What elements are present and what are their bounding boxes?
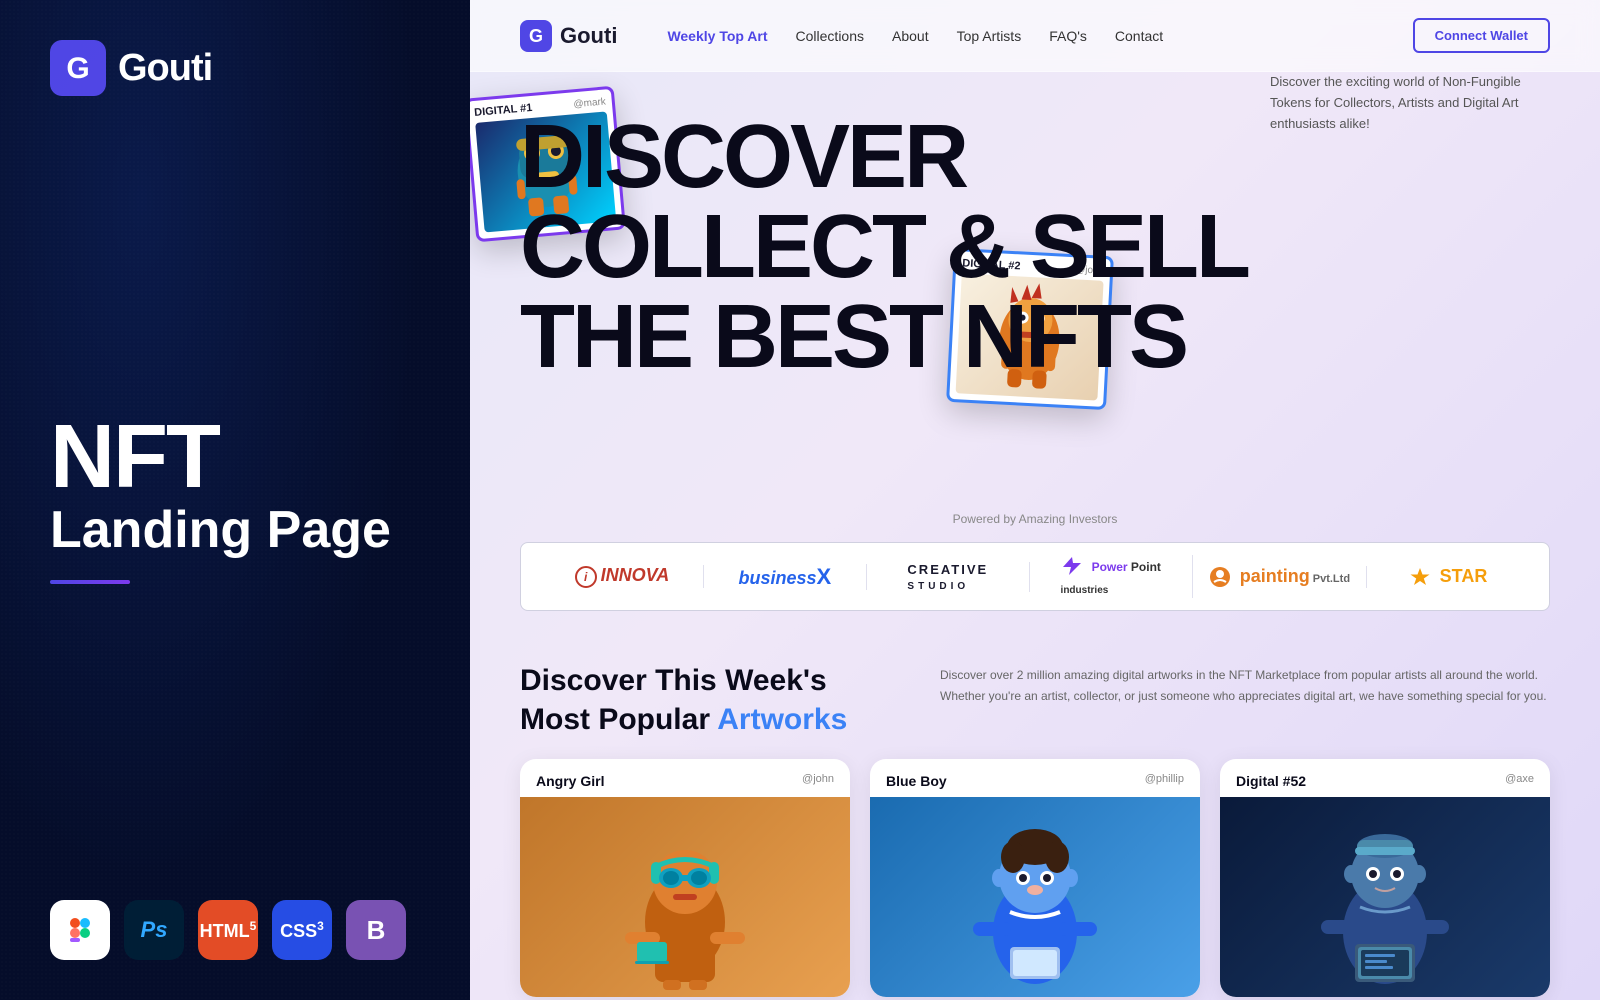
discover-heading: Discover This Week's Most Popular Artwor… (520, 661, 900, 739)
painting-logo: painting Pvt.Ltd (1209, 566, 1350, 588)
discover-description: Discover over 2 million amazing digital … (940, 661, 1550, 739)
navbar: G Gouti Weekly Top Art Collections About… (470, 0, 1600, 72)
investor-innova: iINNOVA (541, 565, 704, 588)
investors-label: Powered by Amazing Investors (520, 512, 1550, 526)
artwork-image-1 (520, 797, 850, 997)
tech-icons-row: Ps HTML5 CSS3 B (50, 900, 420, 960)
svg-text:G: G (66, 52, 89, 85)
discover-heading-highlight: Artworks (717, 703, 847, 736)
nav-link-about[interactable]: About (892, 28, 929, 44)
artwork-card-angry-girl[interactable]: Angry Girl @john (520, 759, 850, 997)
left-panel: G Gouti NFT Landing Page Ps HTML5 CSS3 (0, 0, 470, 1000)
artwork-title-3: Digital #52 (1236, 773, 1306, 789)
discover-title-block: Discover This Week's Most Popular Artwor… (520, 661, 900, 739)
svg-text:G: G (529, 26, 543, 46)
innova-logo: iINNOVA (575, 565, 670, 588)
artwork-card-header-1: Angry Girl @john (520, 759, 850, 797)
artwork-handle-1: @john (802, 773, 834, 789)
hero-description: Discover the exciting world of Non-Fungi… (1270, 72, 1550, 134)
investors-section: Powered by Amazing Investors iINNOVA bus… (470, 492, 1600, 631)
hero-line3: THE BEST NFTs (520, 292, 1550, 382)
artwork-image-2 (870, 797, 1200, 997)
investor-painting: painting Pvt.Ltd (1193, 566, 1367, 588)
figma-icon (50, 900, 110, 960)
nav-brand: G Gouti (520, 20, 617, 52)
nav-link-weekly[interactable]: Weekly Top Art (667, 28, 767, 44)
artwork-card-header-2: Blue Boy @phillip (870, 759, 1200, 797)
landing-title: Landing Page (50, 502, 420, 559)
nav-brand-name: Gouti (560, 23, 617, 49)
business-logo: businessX (739, 564, 832, 590)
nav-link-artists[interactable]: Top Artists (957, 28, 1022, 44)
nav-link-faq[interactable]: FAQ's (1049, 28, 1087, 44)
artwork-image-3 (1220, 797, 1550, 997)
artwork-cards-row: Angry Girl @john (470, 759, 1600, 997)
nav-links: Weekly Top Art Collections About Top Art… (667, 28, 1382, 44)
investor-star: STAR (1367, 566, 1529, 588)
artwork-card-blue-boy[interactable]: Blue Boy @phillip (870, 759, 1200, 997)
brand-logo: G Gouti (50, 40, 420, 96)
investor-business: businessX (704, 564, 867, 590)
artwork-title-2: Blue Boy (886, 773, 947, 789)
artwork-title-1: Angry Girl (536, 773, 604, 789)
hero-section: DISCOVER COLLECT & SELL THE BEST NFTs Di… (470, 72, 1600, 492)
brand-name: Gouti (118, 47, 212, 90)
creative-logo: CREATIVESTUDIO (907, 562, 988, 592)
power-logo: Power Pointindustries (1061, 555, 1161, 598)
brand-icon: G (50, 40, 106, 96)
hero-text: DISCOVER COLLECT & SELL THE BEST NFTs (520, 112, 1550, 382)
ps-icon: Ps (124, 900, 184, 960)
discover-section: Discover This Week's Most Popular Artwor… (470, 631, 1600, 759)
nft-title: NFT (50, 412, 420, 502)
html5-icon: HTML5 (198, 900, 258, 960)
nav-logo-icon: G (520, 20, 552, 52)
artwork-handle-3: @axe (1505, 773, 1534, 789)
left-main-content: NFT Landing Page (50, 136, 420, 900)
investor-creative: CREATIVESTUDIO (867, 562, 1030, 592)
bootstrap-icon: B (346, 900, 406, 960)
star-logo: STAR (1409, 566, 1488, 588)
title-divider (50, 580, 130, 584)
hero-line2: COLLECT & SELL (520, 202, 1550, 292)
css3-icon: CSS3 (272, 900, 332, 960)
nav-link-contact[interactable]: Contact (1115, 28, 1163, 44)
investors-bar: iINNOVA businessX CREATIVESTUDIO Power P… (520, 542, 1550, 611)
artwork-handle-2: @phillip (1145, 773, 1184, 789)
artwork-card-header-3: Digital #52 @axe (1220, 759, 1550, 797)
right-panel: G Gouti Weekly Top Art Collections About… (470, 0, 1600, 1000)
investor-power: Power Pointindustries (1030, 555, 1193, 598)
artwork-card-digital52[interactable]: Digital #52 @axe (1220, 759, 1550, 997)
nav-link-collections[interactable]: Collections (796, 28, 864, 44)
connect-wallet-button[interactable]: Connect Wallet (1413, 18, 1550, 53)
